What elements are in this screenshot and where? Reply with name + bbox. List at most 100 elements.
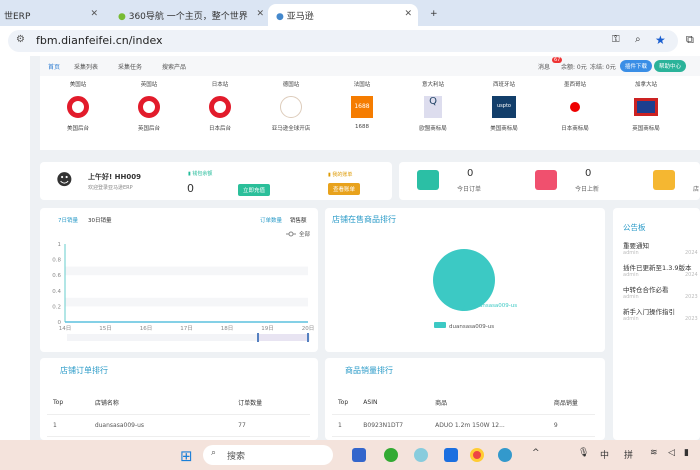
tab-label: 360导航 一个主页，整个世界 — [128, 12, 248, 22]
wallet-label-text: 钱包余额 — [192, 171, 213, 177]
user-card: ☻ 上午好! HH009 欢迎登录亚马逊ERP ▮ 钱包余额 0 立即充值 ▮ … — [40, 162, 392, 200]
nav-collect-task[interactable]: 采集任务 — [118, 62, 142, 71]
bill-label-text: 我的账单 — [332, 172, 353, 178]
volume-icon[interactable]: ◁ — [668, 448, 675, 458]
close-icon[interactable]: ✕ — [90, 9, 98, 19]
chevron-up-icon[interactable]: ^ — [532, 448, 540, 458]
site-label: 亚马逊全球开店 — [271, 126, 311, 132]
site-link[interactable]: 加拿大站 英国商标局 — [616, 80, 676, 132]
table-row[interactable]: 1 B0923N1DT7 ADUO 1.2m 150W 12... 9 — [332, 414, 595, 437]
welcome-text: 欢迎登录亚马逊ERP — [88, 185, 133, 191]
th-shop: 店铺名称 — [88, 392, 233, 415]
help-center-button[interactable]: 帮助中心 — [654, 60, 687, 72]
site-info-icon[interactable]: ⚙ — [16, 34, 25, 45]
notice-date: 2023 — [685, 316, 698, 322]
x-tick-label: 15日 — [99, 325, 112, 332]
mic-icon[interactable]: 🎙 — [578, 448, 589, 458]
site-link[interactable]: 日本站 日本后台 — [190, 80, 250, 132]
tab-erp[interactable]: 世ERP ✕ — [0, 4, 104, 26]
messages-link[interactable]: 消息 — [538, 62, 550, 71]
extensions-icon[interactable]: ⧉ — [686, 33, 694, 47]
app-icon[interactable] — [414, 448, 428, 462]
notice-item[interactable]: 中转仓合作必看 — [623, 284, 669, 294]
close-icon[interactable]: ✕ — [404, 9, 412, 19]
bookmark-star-icon[interactable]: ★ — [655, 33, 666, 47]
shop-orders-title: 店铺订单排行 — [60, 366, 108, 375]
site-link[interactable]: 德国站 亚马逊全球开店 — [261, 80, 321, 132]
tab-amazon[interactable]: ● 亚马逊 ✕ — [268, 4, 418, 26]
app-icon[interactable] — [352, 448, 366, 462]
legend-label[interactable]: 全部 — [299, 230, 311, 238]
view-bill-button[interactable]: 查看账单 — [328, 183, 361, 195]
legend-swatch[interactable] — [434, 322, 446, 328]
new-tab-button[interactable]: + — [422, 4, 446, 26]
battery-icon[interactable]: ▮ — [684, 448, 689, 458]
frozen-text: 冻结: 0元 — [590, 64, 616, 71]
notice-item[interactable]: 重要通知 — [623, 240, 649, 250]
nav-search-product[interactable]: 搜索产品 — [162, 62, 186, 71]
site-region: 墨西哥站 — [563, 82, 586, 88]
site-link[interactable]: 美国站 美国后台 — [48, 80, 108, 132]
site-region: 美国站 — [69, 82, 87, 88]
plugin-download-button[interactable]: 插件下载 — [620, 60, 653, 72]
kugou-icon[interactable] — [444, 448, 458, 462]
datazoom-window[interactable] — [258, 334, 308, 341]
ime-pinyin[interactable]: 拼 — [624, 448, 633, 461]
site-link[interactable]: 西班牙站 uspto 美国商标局 — [474, 80, 534, 132]
site-region: 法国站 — [353, 82, 371, 88]
avatar: ☻ — [56, 170, 73, 189]
site-link[interactable]: 英国站 英国后台 — [119, 80, 179, 132]
datazoom-handle-left[interactable] — [257, 333, 259, 342]
stat-label: 店 — [693, 186, 700, 193]
top-nav: 首页 采集列表 采集任务 搜索产品 消息 67 余额: 0元 冻结: 0元 插件… — [40, 56, 700, 76]
ime-chinese[interactable]: 中 — [600, 448, 609, 461]
notice-author: admin — [623, 294, 639, 300]
chat-icon[interactable] — [498, 448, 512, 462]
pie-slice[interactable] — [433, 249, 495, 311]
notice-item[interactable]: 新手入门操作指引 — [623, 306, 675, 316]
url-input[interactable]: fbm.dianfeifei.cn/index — [8, 30, 678, 52]
notice-title: 公告板 — [623, 223, 646, 232]
shop-orders-card: 店铺订单排行 Top 店铺名称 订单数量 1 duansasa009-us 77 — [40, 358, 318, 440]
notice-author: admin — [623, 272, 639, 278]
notice-date: 2024 — [685, 272, 698, 278]
nav-collect-list[interactable]: 采集列表 — [74, 62, 98, 71]
datazoom-handle-right[interactable] — [307, 333, 309, 342]
y-tick-label: 0.4 — [52, 289, 61, 295]
product-sales-table: Top ASIN 商品 商品销量 1 B0923N1DT7 ADUO 1.2m 150W … — [332, 392, 595, 437]
notice-author: admin — [623, 250, 639, 256]
chrome-icon[interactable] — [470, 448, 484, 462]
zoom-icon[interactable]: ⌕ — [635, 34, 641, 45]
taskbar-search[interactable]: ⌕ 搜索 — [203, 445, 333, 465]
windows-start-icon[interactable]: ⊞ — [180, 447, 193, 465]
legend-label[interactable]: duansasa009-us — [449, 324, 494, 330]
ie-icon[interactable] — [384, 448, 398, 462]
site-region: 加拿大站 — [634, 82, 657, 88]
product-sales-title: 商品销量排行 — [345, 366, 393, 375]
site-link[interactable]: 意大利站 Q 欧盟商标局 — [403, 80, 463, 132]
site-label: 欧盟商标局 — [419, 126, 447, 132]
table-header: Top ASIN 商品 商品销量 — [332, 392, 595, 415]
site-link[interactable]: 墨西哥站 日本商标局 — [545, 80, 605, 132]
site-label: 英国后台 — [137, 126, 160, 132]
close-icon[interactable]: ✕ — [256, 9, 264, 19]
site-link[interactable]: 法国站 1688 1688 — [332, 80, 392, 130]
password-key-icon[interactable]: ⚿ — [612, 34, 620, 45]
amazon-global-icon — [280, 96, 302, 118]
site-region: 意大利站 — [421, 82, 444, 88]
cell: duansasa009-us — [88, 414, 233, 437]
tab-360[interactable]: ● 360导航 一个主页，整个世界 ✕ — [110, 4, 270, 26]
x-tick-label: 19日 — [261, 325, 274, 332]
wifi-icon[interactable]: ≋ — [650, 448, 658, 458]
notice-author: admin — [623, 316, 639, 322]
recharge-button[interactable]: 立即充值 — [238, 184, 271, 196]
notice-item[interactable]: 插件已更新至1.3.9版本 — [623, 262, 692, 272]
table-row[interactable]: 1 duansasa009-us 77 — [47, 414, 310, 437]
x-tick-label: 17日 — [180, 325, 193, 332]
product-sales-card: 商品销量排行 Top ASIN 商品 商品销量 1 B0923N1DT7 ADUO 1.2… — [325, 358, 605, 440]
x-tick-label: 14日 — [59, 325, 72, 332]
location-pin-icon — [209, 96, 231, 118]
th-product: 商品 — [429, 392, 548, 415]
nav-home[interactable]: 首页 — [48, 62, 60, 71]
tab-bar: 世ERP ✕ ● 360导航 一个主页，整个世界 ✕ ● 亚马逊 ✕ + — [0, 0, 700, 26]
